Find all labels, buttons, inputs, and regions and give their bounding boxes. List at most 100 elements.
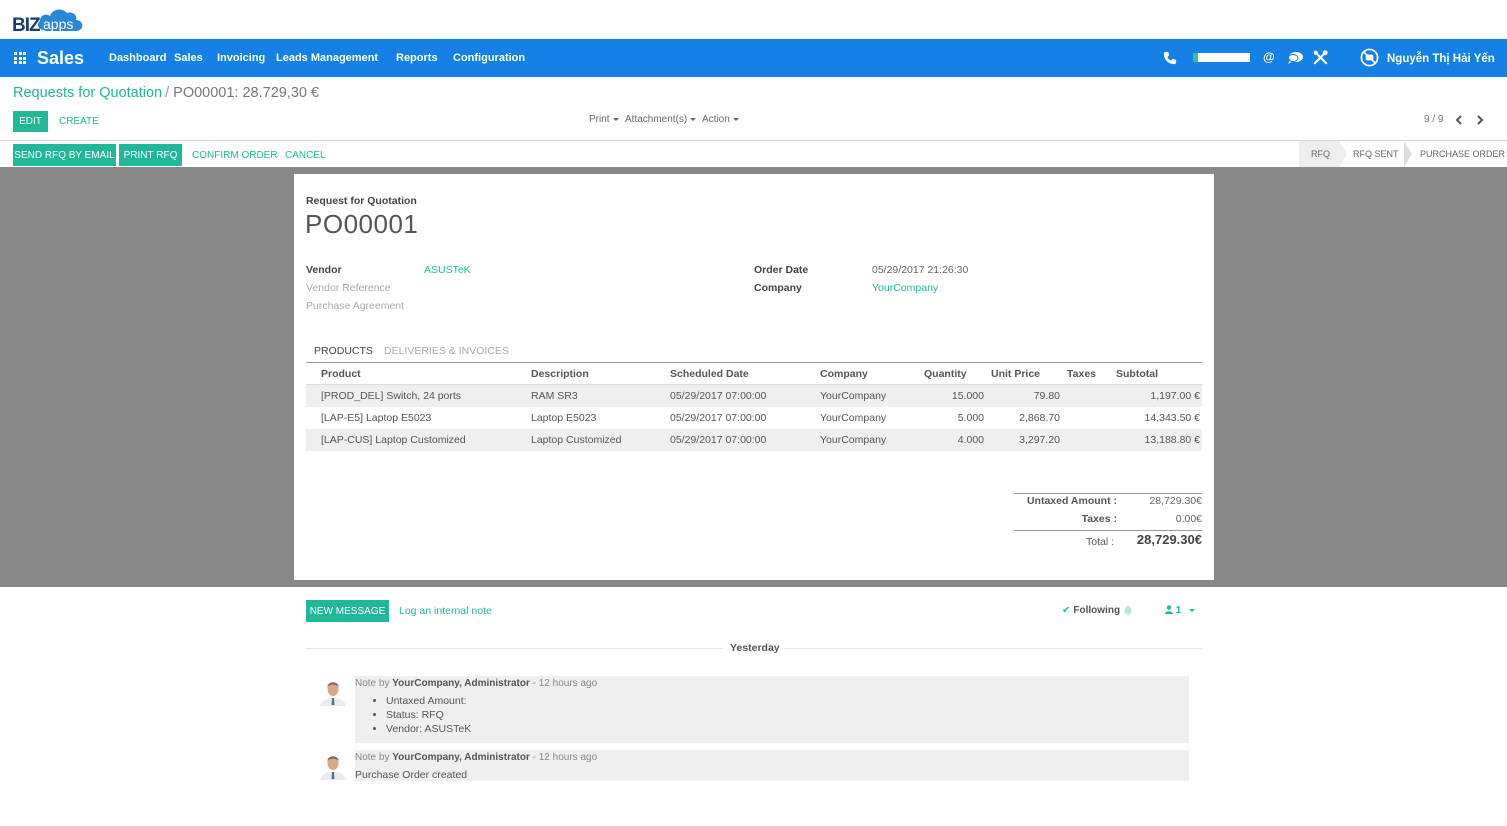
new-message-button[interactable]: New Message [306, 600, 389, 622]
create-button[interactable]: Create [53, 111, 105, 132]
company-value[interactable]: YourCompany [872, 282, 938, 294]
print-rfq-button[interactable]: Print RFQ [119, 144, 182, 166]
user-avatar-icon[interactable] [1360, 48, 1379, 67]
confirm-order-button[interactable]: Confirm Order [187, 144, 283, 166]
col-unit-price[interactable]: Unit Price [991, 368, 1040, 380]
attachments-dropdown[interactable]: Attachment(s) [625, 114, 697, 125]
totals-divider [1014, 530, 1202, 531]
phone-icon[interactable] [1163, 51, 1177, 65]
taxes-value: 0.00€ [1175, 513, 1202, 525]
cell-unit-price: 3,297.20 [1019, 434, 1060, 446]
tracking-item: Untaxed Amount: [386, 694, 471, 708]
following-label: Following [1073, 605, 1121, 616]
date-separator: Yesterday [730, 642, 780, 654]
edit-button[interactable]: Edit [13, 111, 48, 132]
pager-next-icon[interactable] [1474, 113, 1486, 127]
col-scheduled-date[interactable]: Scheduled Date [670, 368, 749, 380]
menu-invoicing[interactable]: Invoicing [217, 52, 265, 64]
col-taxes[interactable]: Taxes [1067, 368, 1096, 380]
tools-icon[interactable] [1313, 50, 1328, 65]
menu-dashboard[interactable]: Dashboard [109, 52, 166, 64]
author-avatar[interactable] [318, 750, 348, 780]
followers-dropdown[interactable]: 1 [1165, 605, 1196, 616]
stage-label: RFQ [1311, 149, 1330, 159]
pager-value[interactable]: 9 / 9 [1424, 114, 1443, 125]
mention-icon[interactable]: @ [1263, 50, 1275, 64]
voip-status-bar[interactable] [1193, 53, 1250, 62]
bell-icon[interactable] [1123, 605, 1133, 616]
app-grid-icon[interactable] [14, 52, 26, 64]
total-label: Total : [1085, 536, 1114, 548]
col-subtotal[interactable]: Subtotal [1116, 368, 1158, 380]
cell-product: [LAP-E5] Laptop E5023 [321, 412, 432, 424]
table-row[interactable]: [LAP-E5] Laptop E5023 Laptop E5023 05/29… [306, 407, 1202, 429]
untaxed-amount-value: 28,729.30€ [1149, 495, 1202, 507]
tracking-values: Untaxed Amount: Status: RFQ Vendor: ASUS… [355, 694, 471, 736]
table-row[interactable]: [PROD_DEL] Switch, 24 ports RAM SR3 05/2… [306, 385, 1202, 407]
stage-purchase-order[interactable]: Purchase Order [1420, 141, 1507, 167]
breadcrumb-parent[interactable]: Requests for Quotation [13, 85, 162, 101]
print-label: Print [589, 114, 610, 125]
totals-divider [1014, 493, 1202, 494]
message-item: Note by YourCompany, Administrator - 12 … [355, 676, 1189, 743]
user-menu[interactable]: Nguyễn Thị Hải Yến [1387, 53, 1495, 65]
table-row[interactable]: [LAP-CUS] Laptop Customized Laptop Custo… [306, 429, 1202, 451]
message-header: Note by YourCompany, Administrator - 12 … [355, 678, 597, 689]
date-separator-line [306, 648, 723, 649]
document-name: PO00001 [305, 209, 419, 239]
tab-products[interactable]: Products [314, 345, 373, 357]
tab-deliveries-invoices[interactable]: Deliveries & Invoices [384, 345, 509, 357]
cell-subtotal: 13,188.80 € [1144, 434, 1200, 446]
menu-sales[interactable]: Sales [174, 52, 203, 64]
bizapps-logo[interactable]: BIZ apps [12, 4, 96, 36]
pager-previous-icon[interactable] [1453, 113, 1465, 127]
order-date-value: 05/29/2017 21:26:30 [872, 264, 969, 276]
vendor-value[interactable]: ASUSTeK [424, 264, 471, 276]
cell-unit-price: 79.80 [1033, 390, 1060, 402]
form-sheet: Request for Quotation PO00001 Vendor ASU… [294, 174, 1214, 580]
cell-subtotal: 1,197.00 € [1150, 390, 1200, 402]
cell-description: Laptop E5023 [531, 412, 597, 424]
total-value: 28,729.30€ [1136, 532, 1202, 547]
col-quantity[interactable]: Quantity [924, 368, 967, 380]
print-dropdown[interactable]: Print [589, 114, 619, 125]
caret-down-icon [690, 117, 697, 121]
menu-leads-management[interactable]: Leads Management [276, 52, 378, 64]
col-description[interactable]: Description [531, 368, 589, 380]
following-toggle[interactable]: ✔ Following [1062, 605, 1120, 616]
svg-text:apps: apps [43, 16, 73, 32]
cell-company: YourCompany [820, 390, 887, 402]
purchase-agreement-label: Purchase Agreement [306, 300, 405, 312]
stage-arrow [1404, 141, 1412, 167]
cell-company: YourCompany [820, 412, 887, 424]
cell-scheduled-date: 05/29/2017 07:00:00 [670, 412, 767, 424]
author-avatar[interactable] [318, 676, 348, 706]
cell-description: Laptop Customized [531, 434, 622, 446]
action-dropdown[interactable]: Action [702, 114, 739, 125]
col-company[interactable]: Company [820, 368, 868, 380]
taxes-label: Taxes : [1081, 513, 1117, 525]
col-product[interactable]: Product [321, 368, 361, 380]
statusbar: Send RFQ by Email Print RFQ Confirm Orde… [0, 141, 1507, 167]
stage-rfq-sent[interactable]: RFQ Sent [1353, 141, 1403, 167]
message-time: - 12 hours ago [532, 678, 598, 689]
caret-down-icon [612, 117, 619, 121]
send-rfq-email-button[interactable]: Send RFQ by Email [13, 144, 116, 166]
app-title: Sales [37, 48, 85, 68]
message-author[interactable]: YourCompany, Administrator [392, 678, 530, 689]
cancel-button[interactable]: Cancel [280, 144, 331, 166]
message-author[interactable]: YourCompany, Administrator [392, 752, 530, 763]
cell-company: YourCompany [820, 434, 887, 446]
attachments-label: Attachment(s) [625, 114, 688, 125]
tracking-item: Vendor: ASUSTeK [386, 722, 471, 736]
menu-reports[interactable]: Reports [396, 52, 438, 64]
vendor-reference-label: Vendor Reference [306, 282, 391, 294]
log-note-link[interactable]: Log an internal note [399, 605, 492, 617]
order-lines-table: Product Description Scheduled Date Compa… [306, 363, 1202, 451]
message-item: Note by YourCompany, Administrator - 12 … [355, 750, 1189, 781]
stage-rfq[interactable]: RFQ [1299, 141, 1339, 167]
chat-icon[interactable] [1287, 51, 1303, 65]
message-prefix: Note by [355, 678, 390, 689]
cell-quantity: 5.000 [957, 412, 984, 424]
menu-configuration[interactable]: Configuration [453, 52, 525, 64]
